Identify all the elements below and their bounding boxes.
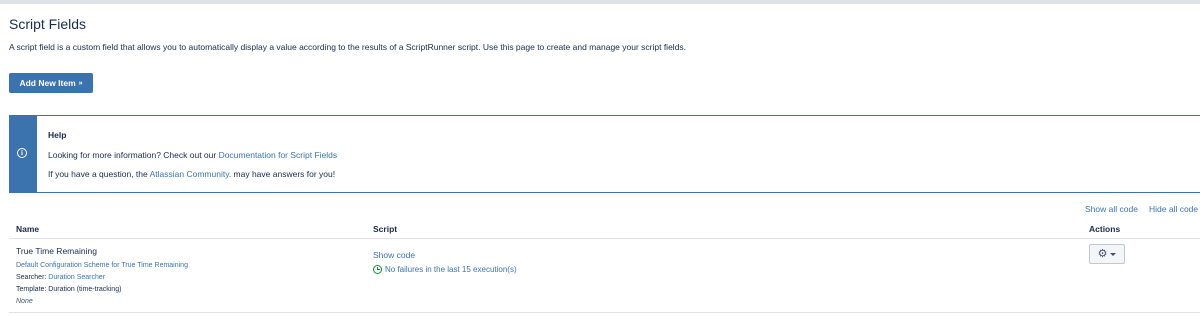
column-header-actions: Actions <box>1089 224 1121 234</box>
template-info: Template: Duration (time-tracking) <box>16 286 122 293</box>
add-new-item-button[interactable]: Add New Item » <box>9 73 93 93</box>
help-line2-text: If you have a question, the <box>48 169 150 179</box>
show-code-link[interactable]: Show code <box>373 250 415 260</box>
help-line-community: If you have a question, the Atlassian Co… <box>48 169 335 179</box>
help-title: Help <box>48 130 67 140</box>
show-all-code-link[interactable]: Show all code <box>1085 204 1138 214</box>
column-header-name: Name <box>16 224 40 234</box>
clock-icon <box>373 265 382 274</box>
configuration-scheme-link[interactable]: Default Configuration Scheme for True Ti… <box>16 262 188 269</box>
gear-icon: ⚙ <box>1097 247 1108 260</box>
hide-all-code-link[interactable]: Hide all code <box>1149 204 1198 214</box>
searcher-info: Searcher: Duration Searcher <box>16 274 105 281</box>
page-title: Script Fields <box>9 16 87 32</box>
actions-dropdown-button[interactable]: ⚙ <box>1089 244 1125 264</box>
help-line2-suffix: . may have answers for you! <box>228 169 336 179</box>
execution-status[interactable]: No failures in the last 15 execution(s) <box>373 265 517 274</box>
info-icon: i <box>17 148 27 158</box>
searcher-label: Searcher: <box>16 274 49 281</box>
help-line1-text: Looking for more information? Check out … <box>48 150 219 160</box>
top-border <box>0 0 1200 4</box>
context-value: None <box>16 298 33 305</box>
caret-down-icon <box>1110 252 1117 256</box>
add-new-item-label: Add New Item <box>19 78 76 88</box>
help-line-documentation: Looking for more information? Check out … <box>48 150 337 160</box>
documentation-link[interactable]: Documentation for Script Fields <box>219 150 338 160</box>
field-name: True Time Remaining <box>16 246 97 256</box>
column-header-script: Script <box>373 224 398 234</box>
searcher-link[interactable]: Duration Searcher <box>48 274 105 281</box>
help-sidebar: i <box>9 116 37 192</box>
help-panel: i Help Looking for more information? Che… <box>9 115 1200 193</box>
execution-status-text: No failures in the last 15 execution(s) <box>385 265 517 274</box>
atlassian-community-link[interactable]: Atlassian Community <box>150 169 229 179</box>
table-header-divider <box>9 238 1200 239</box>
page-description: A script field is a custom field that al… <box>9 42 687 52</box>
chevron-down-icon: » <box>78 79 83 87</box>
table-bottom-divider <box>9 312 1200 313</box>
